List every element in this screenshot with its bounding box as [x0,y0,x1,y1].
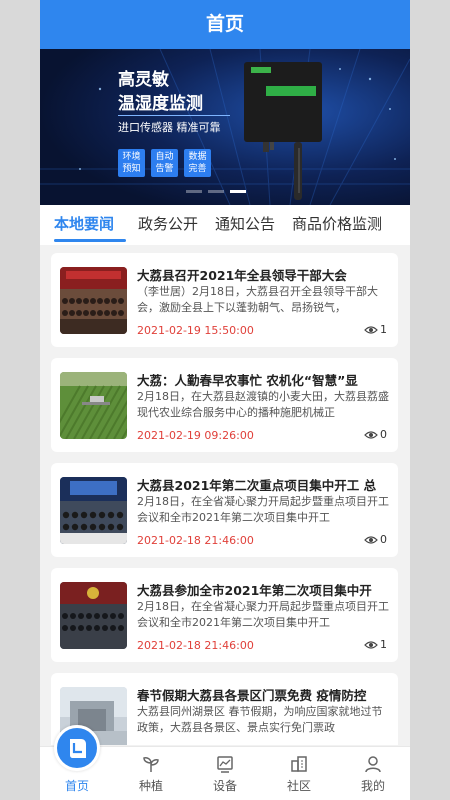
banner-divider [118,115,230,116]
news-date: 2021-02-19 09:26:00 [137,429,254,442]
news-date: 2021-02-19 15:50:00 [137,324,254,337]
active-tab-underline [54,239,126,242]
tab-3[interactable]: 商品价格监测 [292,213,382,234]
banner-subtitle: 进口传感器 精准可靠 [118,121,221,134]
banner-headline: 高灵敏 [118,70,169,90]
news-thumbnail-image [60,477,127,544]
news-card[interactable]: 大荔县参加全市2021年第二次项目集中开 2月18日，在全省凝心聚力开局起步暨重… [51,568,398,662]
nav-item-1[interactable]: 种植 [114,747,188,800]
carousel-dot[interactable] [230,190,246,193]
news-view-count: 1 [364,638,387,651]
news-title: 大荔县参加全市2021年第二次项目集中开 [137,583,372,598]
nav-item-2[interactable]: 设备 [188,747,262,800]
community-icon [291,756,307,772]
tab-1[interactable]: 政务公开 [138,213,198,234]
news-tabs: 本地要闻 政务公开 通知公告 商品价格监测 [40,205,410,245]
view-count-value: 0 [380,533,387,546]
nav-item-3[interactable]: 社区 [262,747,336,800]
news-summary: 2月18日，在大荔县赵渡镇的小麦大田，大荔县荔盛现代农业综合服务中心的播种施肥机… [137,390,389,419]
news-title: 大荔县2021年第二次重点项目集中开工 总 [137,478,377,493]
news-thumbnail [60,372,127,439]
news-summary: （李世居）2月18日，大荔县召开全县领导干部大会，激励全县上下以蓬勃朝气、昂扬锐… [137,285,378,314]
carousel-indicator[interactable] [186,190,246,193]
news-summary: 大荔县同州湖景区 春节假期，为响应国家就地过节政策，大荔县各景区、景点实行免门票… [137,705,383,734]
news-view-count: 8 [364,743,387,745]
news-view-count: 1 [364,323,387,336]
banner-headline-2: 温湿度监测 [118,94,203,114]
news-summary: 2月18日，在全省凝心聚力开局起步暨重点项目开工会议和全市2021年第二次项目集… [137,495,389,524]
banner-tag: 环境 预知 [118,149,145,177]
carousel-dot[interactable] [208,190,224,193]
news-title: 春节假期大荔县各景区门票免费 疫情防控 [137,688,367,703]
banner-tags: 环境 预知 自动 告警 数据 完善 [118,149,211,177]
nav-label: 种植 [138,779,163,793]
tab-0[interactable]: 本地要闻 [54,213,114,234]
sprout-icon [143,757,159,772]
promo-banner[interactable]: 高灵敏 温湿度监测 进口传感器 精准可靠 环境 预知 自动 告警 数据 完善 [40,49,410,205]
news-card[interactable]: 春节假期大荔县各景区门票免费 疫情防控 大荔县同州湖景区 春节假期，为响应国家就… [51,673,398,745]
news-title: 大荔县召开2021年全县领导干部大会 [137,268,347,283]
news-view-count: 0 [364,428,387,441]
news-thumbnail-image [60,372,127,439]
news-thumbnail-image [60,267,127,334]
news-list: 大荔县召开2021年全县领导干部大会 （李世居）2月18日，大荔县召开全县领导干… [40,245,410,745]
news-card[interactable]: 大荔：人勤春早农事忙 农机化“智慧”显 2月18日，在大荔县赵渡镇的小麦大田，大… [51,358,398,452]
eye-icon [364,326,378,334]
app-screen: 首页 高灵敏 温湿度监测 进口传感器 精准可靠 环境 预知 自动 告警 数据 完… [40,0,410,800]
eye-icon [364,641,378,649]
device-icon [217,756,233,773]
nav-item-4[interactable]: 我的 [336,747,410,800]
nav-item-0[interactable]: 首页 [40,725,114,800]
nav-label: 我的 [360,779,385,793]
profile-icon [365,756,381,773]
news-card[interactable]: 大荔县召开2021年全县领导干部大会 （李世居）2月18日，大荔县召开全县领导干… [51,253,398,347]
home-book-icon [70,739,86,758]
bottom-navigation: 首页 种植 设备 社区 我的 [40,725,410,800]
nav-label: 首页 [64,779,89,793]
news-view-count: 0 [364,533,387,546]
banner-tag: 数据 完善 [184,149,211,177]
view-count-value: 1 [380,638,387,651]
news-thumbnail [60,267,127,334]
eye-icon [364,536,378,544]
view-count-value: 1 [380,323,387,336]
news-card[interactable]: 大荔县2021年第二次重点项目集中开工 总 2月18日，在全省凝心聚力开局起步暨… [51,463,398,557]
nav-label: 社区 [286,779,311,793]
banner-tag: 自动 告警 [151,149,178,177]
news-title: 大荔：人勤春早农事忙 农机化“智慧”显 [137,373,358,388]
news-date: 2021-02-14 15:38:00 [137,744,254,745]
eye-icon [364,431,378,439]
news-summary: 2月18日，在全省凝心聚力开局起步暨重点项目开工会议和全市2021年第二次项目集… [137,600,389,629]
nav-label: 设备 [212,779,237,793]
news-date: 2021-02-18 21:46:00 [137,639,254,652]
carousel-dot[interactable] [186,190,202,193]
news-thumbnail [60,477,127,544]
home-button[interactable] [54,725,100,771]
news-date: 2021-02-18 21:46:00 [137,534,254,547]
view-count-value: 0 [380,428,387,441]
page-title: 首页 [40,0,410,49]
news-thumbnail [60,582,127,649]
tab-2[interactable]: 通知公告 [215,213,275,234]
news-thumbnail-image [60,582,127,649]
view-count-value: 8 [380,743,387,745]
banner-background [40,49,410,205]
